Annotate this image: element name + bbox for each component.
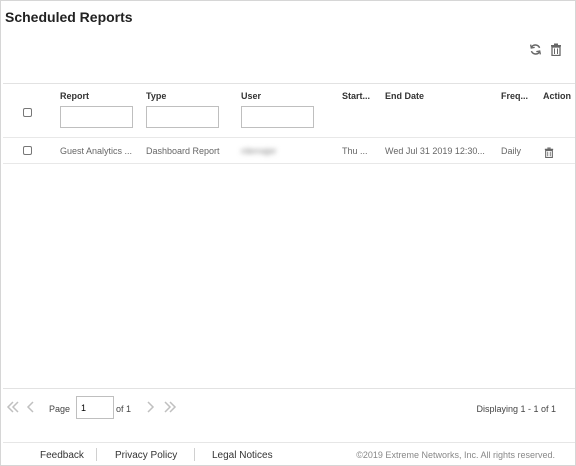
column-header-frequency[interactable]: Freq... — [501, 91, 531, 101]
cell-type: Dashboard Report — [146, 146, 220, 156]
privacy-policy-link[interactable]: Privacy Policy — [115, 450, 177, 461]
cell-report: Guest Analytics ... — [60, 146, 133, 156]
type-filter-input[interactable] — [146, 106, 219, 128]
column-header-action: Action — [543, 91, 571, 101]
page-number-input[interactable] — [76, 396, 114, 419]
page-title: Scheduled Reports — [5, 9, 133, 25]
cell-user: rdemajer — [241, 146, 277, 156]
footer-divider — [194, 448, 195, 461]
row-divider — [3, 163, 575, 164]
column-header-type[interactable]: Type — [146, 91, 166, 101]
feedback-link[interactable]: Feedback — [40, 450, 84, 461]
footer: Feedback Privacy Policy Legal Notices ©2… — [3, 442, 575, 465]
copyright-text: ©2019 Extreme Networks, Inc. All rights … — [356, 450, 555, 460]
pagination-toolbar: Page of 1 Displaying 1 - 1 of 1 — [3, 391, 575, 427]
user-filter-input[interactable] — [241, 106, 314, 128]
column-header-report[interactable]: Report — [60, 91, 89, 101]
reports-grid: Report Type User Start... End Date Freq.… — [3, 83, 575, 389]
header-divider — [3, 137, 575, 138]
display-count-text: Displaying 1 - 1 of 1 — [476, 404, 556, 414]
column-header-end-date[interactable]: End Date — [385, 91, 424, 101]
row-delete-icon[interactable] — [544, 145, 554, 163]
first-page-icon[interactable] — [6, 400, 20, 418]
scheduled-reports-panel: Scheduled Reports Report Type User Start… — [0, 0, 576, 466]
previous-page-icon[interactable] — [26, 400, 36, 418]
cell-start: Thu ... — [342, 146, 368, 156]
trash-icon[interactable] — [550, 43, 564, 57]
last-page-icon[interactable] — [163, 400, 177, 418]
page-label: Page — [49, 404, 71, 414]
report-filter-input[interactable] — [60, 106, 133, 128]
row-checkbox[interactable] — [23, 146, 32, 155]
column-header-user[interactable]: User — [241, 91, 261, 101]
footer-divider — [96, 448, 97, 461]
cell-frequency: Daily — [501, 146, 522, 156]
select-all-checkbox[interactable] — [23, 108, 32, 117]
column-header-start[interactable]: Start... — [342, 91, 374, 101]
cell-end-date: Wed Jul 31 2019 12:30... — [385, 146, 485, 156]
refresh-icon[interactable] — [529, 43, 543, 57]
next-page-icon[interactable] — [145, 400, 155, 418]
legal-notices-link[interactable]: Legal Notices — [212, 450, 273, 461]
page-count-label: of 1 — [116, 404, 132, 414]
